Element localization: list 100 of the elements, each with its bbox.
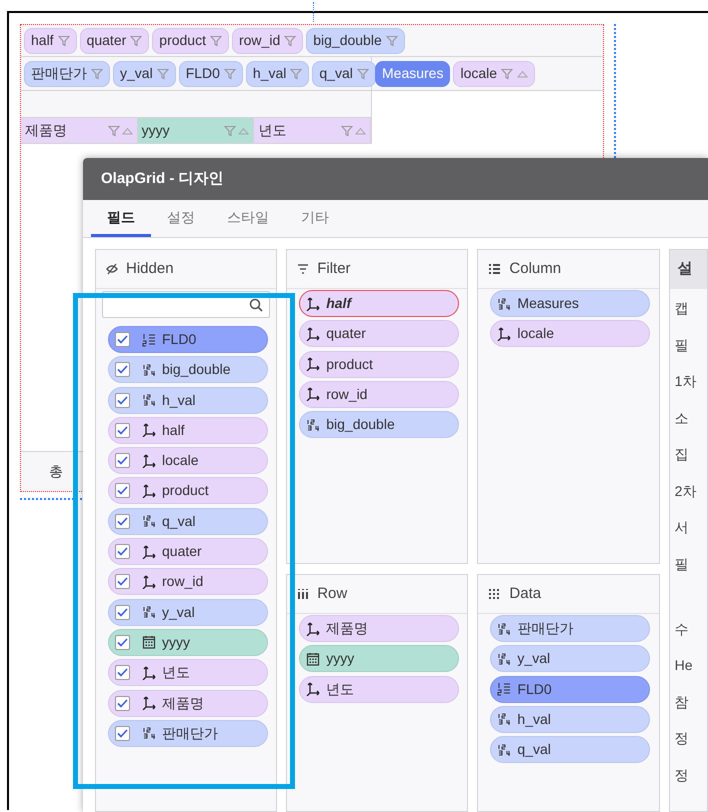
check-icon bbox=[117, 486, 128, 496]
field-chip[interactable]: 판매단가 bbox=[24, 60, 110, 86]
field-chip[interactable]: FLD0 bbox=[178, 60, 243, 86]
checkbox[interactable] bbox=[115, 574, 130, 590]
field-chip[interactable]: quater bbox=[108, 538, 268, 566]
field-chip[interactable]: q_val bbox=[108, 508, 268, 535]
field-chip[interactable]: y_val bbox=[490, 645, 650, 672]
field-chip[interactable]: row_id bbox=[108, 568, 268, 596]
field-chip[interactable]: product bbox=[152, 28, 229, 54]
eye-slash-icon bbox=[106, 263, 118, 275]
checkbox[interactable] bbox=[115, 634, 130, 650]
field-chip[interactable]: yyyy bbox=[299, 645, 460, 672]
checkbox[interactable] bbox=[115, 332, 130, 347]
panel-title: Filter bbox=[317, 258, 351, 279]
field-chip[interactable]: product bbox=[108, 477, 268, 504]
axes-icon bbox=[142, 484, 156, 498]
checkbox[interactable] bbox=[115, 726, 130, 741]
checkbox[interactable] bbox=[115, 422, 130, 438]
panel-title: Data bbox=[509, 584, 542, 604]
field-chip[interactable]: h_val bbox=[246, 60, 310, 86]
list-icon bbox=[488, 263, 502, 275]
axes-icon bbox=[142, 544, 156, 559]
setting-label: 수 bbox=[674, 620, 689, 636]
field-chip[interactable]: half bbox=[299, 290, 460, 317]
field-chip[interactable]: locale bbox=[490, 320, 650, 348]
tab[interactable]: 설정 bbox=[151, 201, 211, 237]
axes-icon bbox=[497, 326, 512, 341]
filter-icon bbox=[91, 68, 103, 80]
setting-label: 정 bbox=[674, 730, 689, 746]
axes-icon bbox=[306, 296, 320, 310]
row-header[interactable]: 년도 bbox=[254, 118, 372, 143]
row-header[interactable]: 제품명 bbox=[21, 118, 138, 143]
check-icon bbox=[117, 577, 128, 586]
field-chip[interactable]: h_val bbox=[108, 386, 268, 414]
setting-label: 필 bbox=[674, 336, 689, 352]
field-chip[interactable]: y_val bbox=[108, 598, 268, 626]
dots-grid-icon bbox=[488, 588, 502, 600]
sort-up-icon bbox=[122, 126, 133, 134]
field-chip[interactable]: half bbox=[24, 28, 77, 54]
field-chip[interactable]: h_val bbox=[490, 706, 650, 733]
field-chip[interactable]: row_id bbox=[232, 28, 304, 54]
filter-icon bbox=[224, 124, 236, 136]
field-chip[interactable]: 판매단가 bbox=[108, 720, 268, 747]
field-chip[interactable]: 판매단가 bbox=[490, 615, 650, 642]
check-icon bbox=[117, 335, 128, 344]
field-chip[interactable]: y_val bbox=[113, 60, 176, 86]
checkbox[interactable] bbox=[115, 544, 130, 560]
checkbox[interactable] bbox=[115, 453, 130, 468]
checkbox[interactable] bbox=[115, 665, 130, 680]
setting-label: 서 bbox=[674, 519, 689, 535]
field-chip[interactable]: product bbox=[299, 350, 460, 378]
filter-icon bbox=[501, 68, 514, 80]
field-chip[interactable]: 제품명 bbox=[108, 690, 268, 717]
field-chip[interactable]: yyyy bbox=[108, 628, 268, 656]
sort-up-icon bbox=[517, 70, 528, 78]
sort-up-icon bbox=[238, 126, 250, 134]
panel-title: 설 bbox=[678, 259, 693, 280]
checkbox[interactable] bbox=[115, 514, 130, 529]
check-icon bbox=[117, 396, 128, 405]
field-chip[interactable]: quater bbox=[299, 320, 460, 348]
field-chip[interactable]: row_id bbox=[299, 380, 460, 408]
number-icon bbox=[142, 726, 156, 740]
setting-label: 집 bbox=[674, 446, 689, 462]
axes-icon bbox=[142, 666, 156, 680]
field-chip[interactable]: FLD0 bbox=[490, 676, 650, 703]
check-icon bbox=[117, 365, 128, 374]
filter-icon bbox=[386, 34, 398, 46]
checkbox[interactable] bbox=[115, 696, 130, 711]
field-chip[interactable]: big_double bbox=[108, 356, 268, 384]
checkbox[interactable] bbox=[115, 483, 130, 498]
setting-label: 필 bbox=[674, 556, 689, 572]
bars-icon bbox=[297, 588, 310, 600]
field-chip[interactable]: 년도 bbox=[299, 676, 460, 703]
field-chip[interactable]: big_double bbox=[306, 28, 405, 54]
filter-icon bbox=[210, 34, 222, 46]
filter-icon bbox=[290, 68, 302, 80]
row-header[interactable]: yyyy bbox=[138, 118, 254, 143]
field-chip[interactable]: q_val bbox=[312, 60, 376, 86]
field-chip[interactable]: Measures bbox=[490, 290, 650, 317]
field-chip[interactable]: locale bbox=[453, 60, 536, 86]
number-icon bbox=[306, 418, 320, 432]
checkbox[interactable] bbox=[115, 362, 130, 378]
tab[interactable]: 스타일 bbox=[211, 201, 285, 237]
tab[interactable]: 기타 bbox=[285, 201, 345, 237]
field-chip[interactable]: FLD0 bbox=[108, 326, 268, 353]
field-chip[interactable]: big_double bbox=[299, 411, 460, 438]
setting-label: He bbox=[674, 657, 692, 673]
checkbox[interactable] bbox=[115, 604, 130, 620]
check-icon bbox=[117, 728, 128, 738]
checkbox[interactable] bbox=[115, 392, 130, 408]
field-chip[interactable]: 제품명 bbox=[299, 615, 460, 642]
field-chip[interactable]: half bbox=[108, 416, 268, 444]
field-chip[interactable]: 년도 bbox=[108, 659, 268, 686]
setting-label: 소 bbox=[674, 410, 689, 426]
field-chip[interactable]: quater bbox=[80, 28, 150, 54]
filter-icon bbox=[284, 34, 296, 46]
axes-icon bbox=[306, 357, 320, 372]
field-chip[interactable]: q_val bbox=[490, 736, 650, 764]
field-chip[interactable]: locale bbox=[108, 447, 268, 474]
number-icon bbox=[142, 393, 156, 408]
